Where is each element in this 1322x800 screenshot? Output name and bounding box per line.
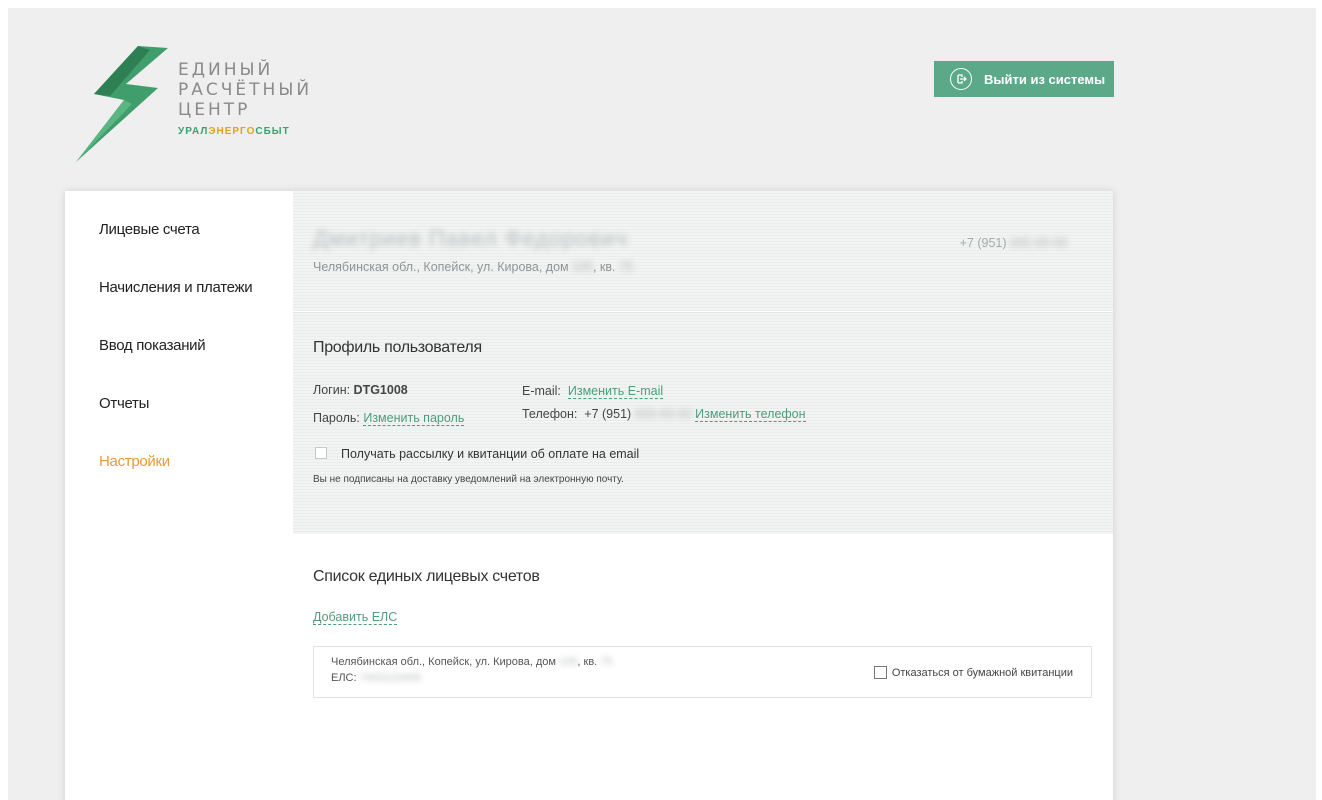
user-address-apt: 75 xyxy=(619,260,633,274)
add-els-link[interactable]: Добавить ЕЛС xyxy=(313,610,398,625)
add-els-field: Добавить ЕЛС xyxy=(313,610,398,625)
profile-section: Профиль пользователя Логин: DTG1008 Паро… xyxy=(293,312,1113,534)
login-label: Логин: xyxy=(313,383,354,397)
change-email-link[interactable]: Изменить E-mail xyxy=(567,384,664,399)
els-address-house: 105 xyxy=(559,656,578,668)
sidebar-item-settings[interactable]: Настройки xyxy=(99,453,170,470)
lightning-bolt-icon xyxy=(76,46,168,162)
logout-icon xyxy=(950,68,972,90)
user-address-apt-prefix: , кв. xyxy=(592,260,619,274)
refuse-paper-label: Отказаться от бумажной квитанции xyxy=(891,666,1073,679)
logo-sub-energo: ЭНЕРГО xyxy=(208,126,256,137)
logo: ЕДИНЫЙ РАСЧЁТНЫЙ ЦЕНТР УРАЛЭНЕРГОСБЫТ xyxy=(76,46,336,166)
els-address-apt: 75 xyxy=(600,656,613,668)
profile-title: Профиль пользователя xyxy=(313,339,482,356)
els-label: ЕЛС: xyxy=(331,672,360,684)
logo-subtitle: УРАЛЭНЕРГОСБЫТ xyxy=(178,126,312,137)
login-field: Логин: DTG1008 xyxy=(313,383,408,397)
user-address-house: 105 xyxy=(572,260,593,274)
logout-button[interactable]: Выйти из системы xyxy=(934,61,1114,97)
user-header: Дмитриев Павел Федорович Челябинская обл… xyxy=(293,191,1113,311)
user-address: Челябинская обл., Копейск, ул. Кирова, д… xyxy=(313,260,633,274)
password-field: Пароль: Изменить пароль xyxy=(313,411,465,426)
main-card: Лицевые счета Начисления и платежи Ввод … xyxy=(65,191,1113,800)
logout-label: Выйти из системы xyxy=(984,71,1106,87)
user-phone: +7 (951) 000-00-00 xyxy=(960,236,1067,250)
els-number: 7400123456 xyxy=(359,672,421,684)
user-phone-prefix: +7 (951) xyxy=(959,236,1010,250)
logo-text: ЕДИНЫЙ РАСЧЁТНЫЙ ЦЕНТР УРАЛЭНЕРГОСБЫТ xyxy=(178,60,312,137)
sidebar-item-reports[interactable]: Отчеты xyxy=(99,395,149,412)
sidebar: Лицевые счета Начисления и платежи Ввод … xyxy=(65,191,293,800)
subscribe-checkbox[interactable] xyxy=(315,447,327,459)
password-label: Пароль: xyxy=(313,411,364,425)
els-item-number: ЕЛС: 7400123456 xyxy=(331,672,421,684)
logo-line-3: ЦЕНТР xyxy=(178,100,251,120)
refuse-paper-receipt[interactable]: Отказаться от бумажной квитанции xyxy=(873,666,1073,679)
phone-label: Телефон: xyxy=(522,407,578,421)
change-phone-link[interactable]: Изменить телефон xyxy=(695,407,806,422)
els-item-address: Челябинская обл., Копейск, ул. Кирова, д… xyxy=(331,656,613,668)
email-label: E-mail: xyxy=(522,384,561,398)
logo-line-1: ЕДИНЫЙ xyxy=(178,60,274,80)
change-password-link[interactable]: Изменить пароль xyxy=(363,411,465,426)
els-address-apt-prefix: , кв. xyxy=(577,656,601,668)
user-phone-hidden: 000-00-00 xyxy=(1010,236,1067,250)
logo-line-2: РАСЧЁТНЫЙ xyxy=(178,80,313,100)
sidebar-item-accounts[interactable]: Лицевые счета xyxy=(99,221,200,238)
login-value: DTG1008 xyxy=(353,383,408,397)
els-item: Челябинская обл., Копейск, ул. Кирова, д… xyxy=(313,646,1092,698)
phone-prefix: +7 (951) xyxy=(584,407,632,421)
refuse-paper-checkbox[interactable] xyxy=(873,666,887,679)
els-address-prefix: Челябинская обл., Копейск, ул. Кирова, д… xyxy=(331,656,560,668)
phone-hidden: 000-00-00 xyxy=(634,407,692,421)
email-field: E-mail: Изменить E-mail xyxy=(522,384,664,399)
content: Дмитриев Павел Федорович Челябинская обл… xyxy=(293,191,1113,800)
logo-sub-ural: УРАЛ xyxy=(178,126,209,137)
user-name: Дмитриев Павел Федорович xyxy=(313,226,628,251)
subscribe-note: Вы не подписаны на доставку уведомлений … xyxy=(313,474,624,485)
subscribe-label: Получать рассылку и квитанции об оплате … xyxy=(341,447,640,461)
sidebar-item-readings[interactable]: Ввод показаний xyxy=(99,337,206,354)
logo-sub-sbyt: СБЫТ xyxy=(255,126,290,137)
sidebar-item-charges[interactable]: Начисления и платежи xyxy=(99,279,253,296)
phone-field: Телефон: +7 (951) 000-00-00 Изменить тел… xyxy=(522,407,806,422)
els-title: Список единых лицевых счетов xyxy=(313,568,540,585)
user-address-prefix: Челябинская обл., Копейск, ул. Кирова, д… xyxy=(313,260,573,274)
